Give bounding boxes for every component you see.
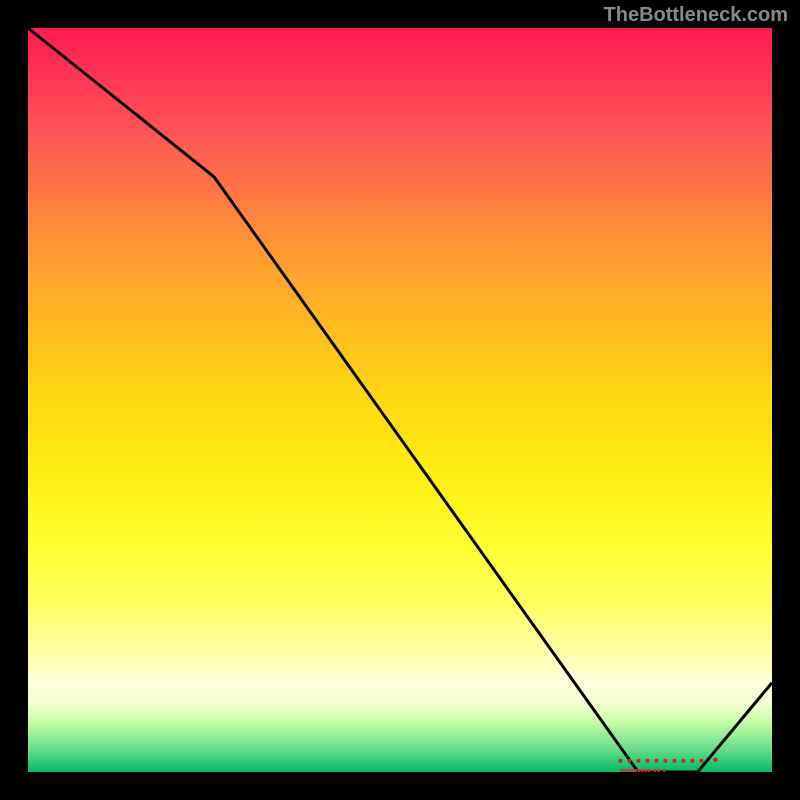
attribution-text: TheBottleneck.com xyxy=(604,4,788,27)
data-marker xyxy=(618,758,717,763)
bottleneck-curve xyxy=(28,28,772,772)
marker-label: ••••••••• •• • xyxy=(620,765,665,777)
chart-line-layer xyxy=(28,28,772,772)
